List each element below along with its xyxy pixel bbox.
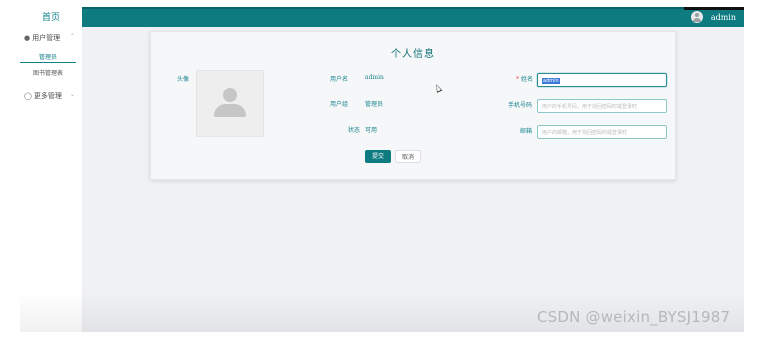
sidebar: 首页 ● 用户管理 ⌃ 管理员 图书管理表 ◯ 更多管理 ⌄ xyxy=(20,7,83,332)
app-window: 首页 ● 用户管理 ⌃ 管理员 图书管理表 ◯ 更多管理 ⌄ admin 个人信息 … xyxy=(20,7,744,332)
status-field-label: 状态 xyxy=(348,127,361,134)
avatar-label: 头像 xyxy=(177,76,190,83)
submit-button[interactable]: 提交 xyxy=(365,150,391,163)
top-bar: admin xyxy=(82,7,744,27)
username-field-label: 用户名 xyxy=(330,76,349,83)
cancel-button[interactable]: 取消 xyxy=(395,150,421,163)
avatar-placeholder-head xyxy=(223,88,237,102)
profile-card: 个人信息 头像 用户名 admin 用户组 管理员 状态 可用 * 姓名 admi… xyxy=(150,31,676,180)
username-value: admin xyxy=(365,74,384,81)
sidebar-group-more-management[interactable]: ◯ 更多管理 ⌄ xyxy=(24,91,75,101)
email-input[interactable]: 用户的邮箱，用于找回密码时或登录时 xyxy=(537,125,667,139)
avatar-upload[interactable] xyxy=(196,70,264,137)
top-edge-strip xyxy=(684,7,744,10)
watermark: CSDN @weixin_BYSJ1987 xyxy=(537,308,731,326)
phone-field-label: 手机号码 xyxy=(508,102,533,109)
sidebar-group-user-management[interactable]: ● 用户管理 ⌃ xyxy=(24,33,75,43)
username-label: admin xyxy=(710,12,736,22)
sidebar-group-label: 更多管理 xyxy=(33,92,62,100)
avatar-placeholder-body xyxy=(214,104,246,117)
usergroup-value: 管理员 xyxy=(365,101,384,108)
name-field-label: * 姓名 xyxy=(516,76,534,83)
required-marker: * xyxy=(516,76,519,83)
grid-icon: ◯ xyxy=(24,92,32,100)
name-input[interactable]: admin xyxy=(537,73,667,87)
email-field-label: 邮箱 xyxy=(520,128,533,135)
avatar-icon xyxy=(690,11,703,23)
name-input-value: admin xyxy=(542,78,560,84)
chevron-down-icon: ⌄ xyxy=(70,91,76,98)
status-value: 可用 xyxy=(365,127,378,134)
sidebar-item-home[interactable]: 首页 xyxy=(20,10,82,23)
user-icon: ● xyxy=(24,34,31,42)
sidebar-item-admin[interactable]: 管理员 xyxy=(20,52,76,63)
usergroup-field-label: 用户组 xyxy=(330,101,349,108)
page-title: 个人信息 xyxy=(391,49,435,60)
sidebar-item-book-management[interactable]: 图书管理表 xyxy=(20,68,76,77)
sidebar-group-label: 用户管理 xyxy=(32,34,61,42)
chevron-up-icon: ⌃ xyxy=(70,33,76,40)
top-bar-border xyxy=(82,7,744,9)
phone-input[interactable]: 用户的手机号码，用于找回密码时或登录时 xyxy=(537,99,667,113)
user-menu[interactable]: admin xyxy=(690,9,736,25)
